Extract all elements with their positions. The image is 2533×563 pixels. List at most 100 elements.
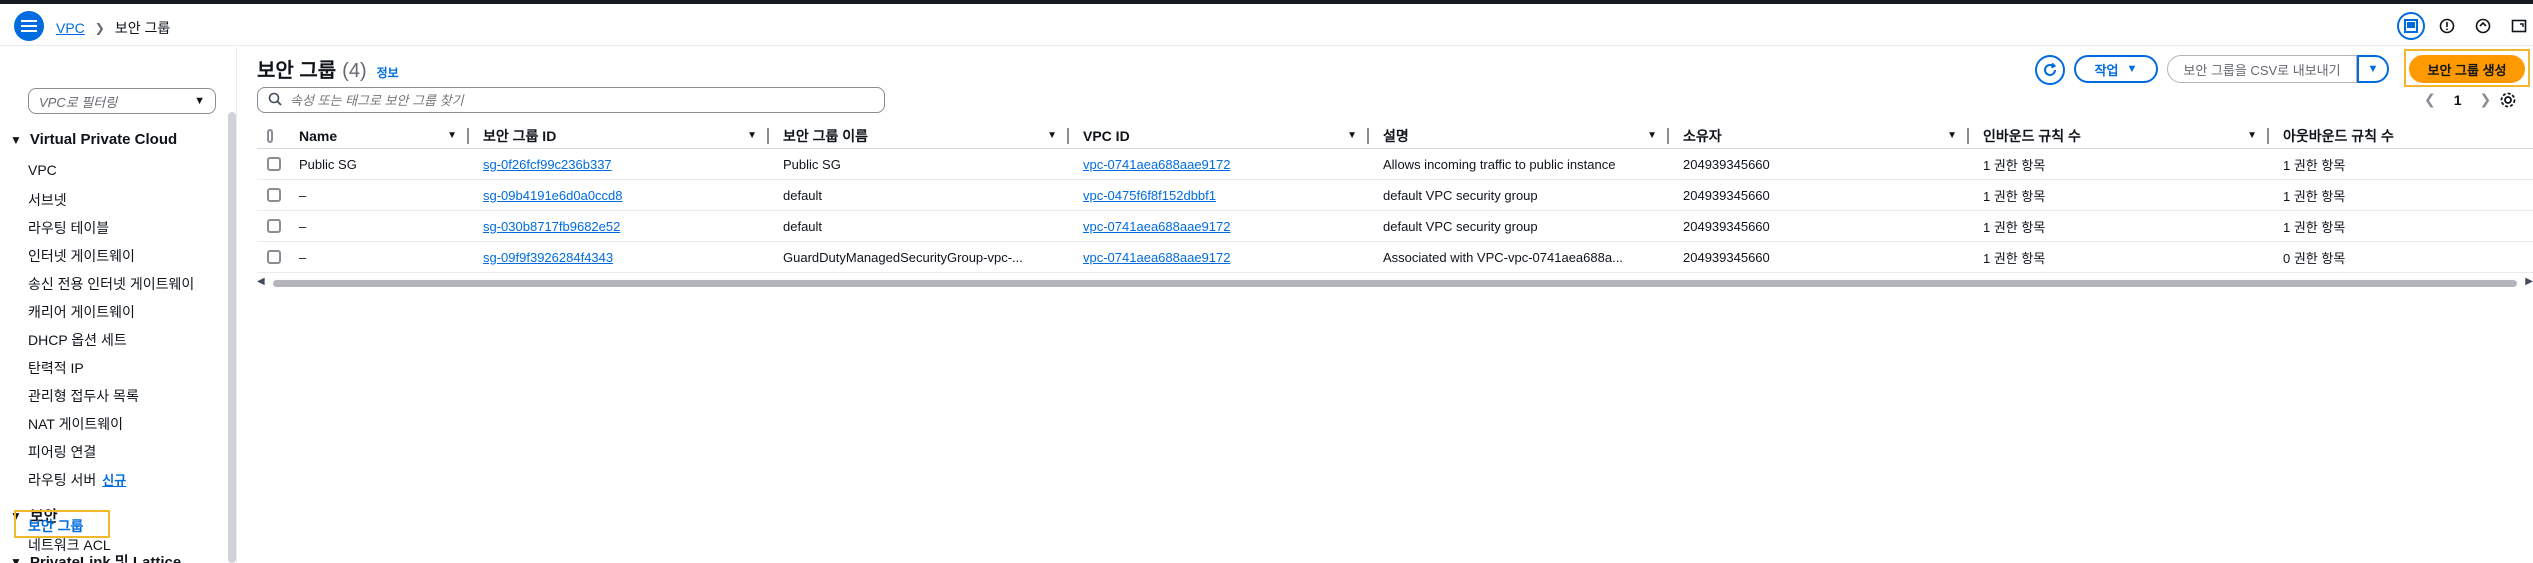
actions-button[interactable]: 작업 ▼ (2074, 55, 2158, 83)
caret-down-icon: ▼ (10, 132, 22, 147)
chevron-right-icon: ❯ (94, 21, 105, 35)
section-privatelink[interactable]: ▼ PrivateLink 및 Lattice (10, 551, 181, 563)
page-title-count: (4) (342, 60, 367, 82)
column-header-id[interactable]: 보안 그룹 ID ▼ (469, 123, 769, 148)
breadcrumb-vpc-link[interactable]: VPC (56, 20, 85, 36)
sidebar-item-internet-gateways[interactable]: 인터넷 게이트웨이 (28, 246, 135, 266)
menu-icon[interactable] (14, 11, 44, 41)
sidebar-item-subnets[interactable]: 서브넷 (28, 190, 67, 210)
checkbox[interactable] (267, 128, 273, 143)
page-number[interactable]: 1 (2454, 92, 2462, 108)
scrollbar-thumb[interactable] (273, 280, 2517, 287)
checkbox[interactable] (267, 250, 281, 264)
checkbox[interactable] (267, 157, 281, 171)
vpc-id-link[interactable]: vpc-0475f6f8f152dbbf1 (1083, 188, 1216, 203)
sidebar-item-egress-gateways[interactable]: 송신 전용 인터넷 게이트웨이 (28, 274, 194, 294)
column-header-owner[interactable]: 소유자 ▼ (1669, 123, 1969, 148)
caret-down-icon[interactable]: ▼ (1947, 130, 1957, 141)
export-csv-button[interactable]: 보안 그룹을 CSV로 내보내기 (2167, 55, 2357, 83)
sidebar-item-route-servers-label: 라우팅 서버 (28, 472, 97, 488)
column-header-vpc-id[interactable]: VPC ID ▼ (1069, 123, 1369, 148)
panel-icon[interactable] (2397, 12, 2425, 40)
column-header-inbound[interactable]: 인바운드 규칙 수 ▼ (1969, 123, 2269, 148)
caret-down-icon: ▼ (2367, 63, 2379, 75)
export-csv-dropdown[interactable]: ▼ (2357, 55, 2389, 83)
caret-down-icon[interactable]: ▼ (1047, 130, 1057, 141)
notification-icon[interactable] (2469, 12, 2497, 40)
column-label: Name (299, 127, 338, 144)
sidebar-item-carrier-gateways[interactable]: 캐리어 게이트웨이 (28, 302, 135, 322)
sidebar: VPC로 필터링 ▼ ▼ Virtual Private Cloud VPC 서… (0, 47, 236, 563)
info-circle-icon[interactable] (2433, 12, 2461, 40)
column-label: 보안 그룹 ID (483, 127, 557, 144)
row-checkbox[interactable] (257, 149, 285, 179)
chevron-right-icon[interactable]: ❯ (2480, 91, 2492, 108)
security-group-id-link[interactable]: sg-09f9f3926284f4343 (483, 250, 613, 265)
checkbox[interactable] (267, 188, 281, 202)
security-group-id-link[interactable]: sg-09b4191e6d0a0ccd8 (483, 188, 623, 203)
gear-icon[interactable] (2499, 91, 2517, 112)
column-header-outbound[interactable]: 아웃바운드 규칙 수 (2269, 123, 2533, 148)
table-horizontal-scrollbar[interactable]: ◀ ▶ (257, 276, 2533, 290)
sidebar-scrollbar[interactable] (228, 112, 236, 563)
sidebar-item-peering[interactable]: 피어링 연결 (28, 442, 96, 462)
cell-id: sg-0f26fcf99c236b337 (469, 149, 769, 179)
caret-down-icon[interactable]: ▼ (747, 130, 757, 141)
new-badge[interactable]: 신규 (102, 473, 126, 488)
table-row[interactable]: – sg-030b8717fb9682e52 default vpc-0741a… (257, 211, 2533, 242)
caret-down-icon: ▼ (10, 554, 22, 563)
create-security-group-button[interactable]: 보안 그룹 생성 (2409, 55, 2525, 83)
table-row[interactable]: Public SG sg-0f26fcf99c236b337 Public SG… (257, 149, 2533, 180)
column-label: 설명 (1383, 127, 1409, 144)
sidebar-item-security-groups[interactable]: 보안 그룹 (28, 516, 83, 536)
table-row[interactable]: – sg-09f9f3926284f4343 GuardDutyManagedS… (257, 242, 2533, 273)
cell-inbound: 1 권한 항목 (1983, 250, 2046, 266)
cell-group-name: default (783, 187, 823, 203)
column-label: 보안 그룹 이름 (783, 127, 869, 144)
cell-group-name: GuardDutyManagedSecurityGroup-vpc-... (783, 249, 1023, 265)
sidebar-item-prefix-lists[interactable]: 관리형 접두사 목록 (28, 386, 139, 406)
row-checkbox[interactable] (257, 180, 285, 210)
caret-down-icon[interactable]: ▼ (1347, 130, 1357, 141)
checkbox[interactable] (267, 219, 281, 233)
sidebar-item-elastic-ip[interactable]: 탄력적 IP (28, 358, 84, 378)
row-checkbox[interactable] (257, 242, 285, 272)
chevron-left-icon[interactable]: ❮ (2424, 91, 2436, 108)
search-input[interactable] (290, 92, 850, 108)
scroll-left-icon[interactable]: ◀ (257, 276, 265, 287)
column-header-group-name[interactable]: 보안 그룹 이름 ▼ (769, 123, 1069, 148)
security-groups-table: Name ▼ 보안 그룹 ID ▼ 보안 그룹 이름 ▼ VPC ID ▼ 설명 ▼ 소유… (257, 123, 2533, 273)
column-header-name[interactable]: Name ▼ (285, 123, 469, 148)
column-header-description[interactable]: 설명 ▼ (1369, 123, 1669, 148)
sidebar-item-dhcp[interactable]: DHCP 옵션 세트 (28, 330, 127, 350)
vpc-id-link[interactable]: vpc-0741aea688aae9172 (1083, 250, 1230, 265)
caret-down-icon[interactable]: ▼ (2247, 130, 2257, 141)
select-all-checkbox[interactable] (257, 123, 285, 148)
caret-down-icon: ▼ (194, 95, 205, 107)
cell-name: – (299, 218, 307, 234)
sidebar-item-route-tables[interactable]: 라우팅 테이블 (28, 218, 109, 238)
scroll-right-icon[interactable]: ▶ (2525, 276, 2533, 287)
section-vpc[interactable]: ▼ Virtual Private Cloud (10, 131, 177, 148)
sidebar-item-nat-gateways[interactable]: NAT 게이트웨이 (28, 414, 123, 434)
vpc-id-link[interactable]: vpc-0741aea688aae9172 (1083, 219, 1230, 234)
cell-description: default VPC security group (1383, 218, 1538, 234)
sidebar-item-route-servers[interactable]: 라우팅 서버 신규 (28, 470, 126, 490)
security-group-id-link[interactable]: sg-0f26fcf99c236b337 (483, 157, 612, 172)
caret-down-icon[interactable]: ▼ (1647, 130, 1657, 141)
cell-name: – (299, 249, 307, 265)
security-group-id-link[interactable]: sg-030b8717fb9682e52 (483, 219, 620, 234)
table-row[interactable]: – sg-09b4191e6d0a0ccd8 default vpc-0475f… (257, 180, 2533, 211)
refresh-button[interactable] (2035, 55, 2065, 85)
cell-name: – (299, 187, 307, 203)
vpc-filter-select[interactable]: VPC로 필터링 ▼ (28, 88, 216, 114)
expand-icon[interactable] (2505, 12, 2533, 40)
sidebar-item-vpc[interactable]: VPC (28, 162, 57, 178)
row-checkbox[interactable] (257, 211, 285, 241)
info-link[interactable]: 정보 (377, 64, 399, 81)
search-field[interactable] (257, 87, 885, 113)
cell-vpc: vpc-0475f6f8f152dbbf1 (1069, 180, 1369, 210)
caret-down-icon[interactable]: ▼ (447, 130, 457, 141)
cell-vpc: vpc-0741aea688aae9172 (1069, 242, 1369, 272)
vpc-id-link[interactable]: vpc-0741aea688aae9172 (1083, 157, 1230, 172)
